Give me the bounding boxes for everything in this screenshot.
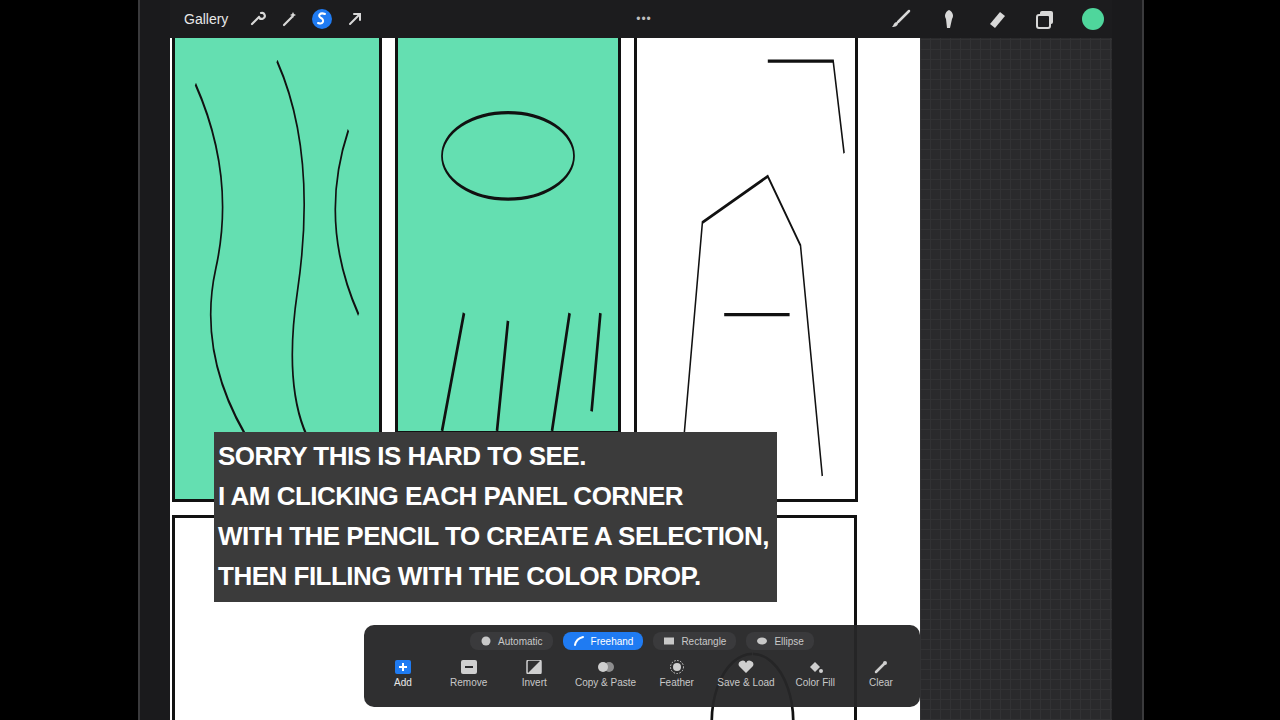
layers-icon bbox=[1034, 8, 1056, 30]
wrench-icon bbox=[248, 10, 266, 28]
add-icon bbox=[394, 660, 412, 674]
eraser-icon bbox=[986, 8, 1008, 30]
actions-tool[interactable] bbox=[248, 10, 266, 28]
save-icon bbox=[737, 660, 755, 674]
copy-button[interactable]: Copy & Paste bbox=[575, 660, 636, 688]
ellipse-mode-button[interactable]: Ellipse bbox=[746, 632, 813, 650]
ipad-frame: Gallery ••• SORRY THIS IS HARD TO SEE.I … bbox=[138, 0, 1144, 720]
remove-button[interactable]: Remove bbox=[444, 660, 494, 688]
remove-icon bbox=[460, 660, 478, 674]
comic-panel[interactable] bbox=[395, 38, 621, 434]
transform-tool[interactable] bbox=[346, 10, 364, 28]
workspace-background bbox=[920, 38, 1112, 720]
save-button[interactable]: Save & Load bbox=[717, 660, 774, 688]
artwork-icon bbox=[637, 38, 855, 499]
brush-icon bbox=[890, 8, 912, 30]
copy-icon bbox=[597, 660, 615, 674]
selection-tool[interactable] bbox=[312, 9, 332, 29]
feather-button[interactable]: Feather bbox=[652, 660, 702, 688]
feather-icon bbox=[668, 660, 686, 674]
fill-icon bbox=[806, 660, 824, 674]
clear-icon bbox=[872, 660, 890, 674]
caption-line: SORRY THIS IS HARD TO SEE. bbox=[218, 436, 769, 476]
fill-button[interactable]: Color Fill bbox=[790, 660, 840, 688]
screen: Gallery ••• SORRY THIS IS HARD TO SEE.I … bbox=[0, 0, 1280, 720]
color-swatch[interactable] bbox=[1082, 8, 1104, 30]
clear-button[interactable]: Clear bbox=[856, 660, 906, 688]
brush-tool[interactable] bbox=[890, 8, 912, 30]
canvas[interactable]: SORRY THIS IS HARD TO SEE.I AM CLICKING … bbox=[170, 38, 920, 720]
ellipse-icon bbox=[756, 635, 768, 647]
artwork-icon bbox=[398, 38, 618, 431]
video-caption: SORRY THIS IS HARD TO SEE.I AM CLICKING … bbox=[214, 432, 777, 602]
automatic-mode-button[interactable]: Automatic bbox=[470, 632, 552, 650]
artwork-icon bbox=[175, 38, 379, 499]
add-button[interactable]: Add bbox=[378, 660, 428, 688]
selection-icon bbox=[312, 9, 332, 29]
magic-wand-icon bbox=[280, 10, 298, 28]
caption-line: THEN FILLING WITH THE COLOR DROP. bbox=[218, 556, 769, 596]
caption-line: WITH THE PENCIL TO CREATE A SELECTION, bbox=[218, 516, 769, 556]
procreate-app: Gallery ••• SORRY THIS IS HARD TO SEE.I … bbox=[170, 0, 1112, 720]
invert-button[interactable]: Invert bbox=[509, 660, 559, 688]
eraser-tool[interactable] bbox=[986, 8, 1008, 30]
freehand-icon bbox=[573, 635, 585, 647]
adjustments-tool[interactable] bbox=[280, 10, 298, 28]
rectangle-mode-button[interactable]: Rectangle bbox=[653, 632, 736, 650]
invert-icon bbox=[525, 660, 543, 674]
smudge-icon bbox=[938, 8, 960, 30]
arrow-icon bbox=[346, 10, 364, 28]
gallery-button[interactable]: Gallery bbox=[184, 11, 228, 27]
comic-page bbox=[170, 38, 920, 720]
rectangle-icon bbox=[663, 635, 675, 647]
more-handle[interactable]: ••• bbox=[636, 12, 652, 26]
caption-line: I AM CLICKING EACH PANEL CORNER bbox=[218, 476, 769, 516]
automatic-icon bbox=[480, 635, 492, 647]
smudge-tool[interactable] bbox=[938, 8, 960, 30]
selection-toolbar: Automatic Freehand Rectangle Ellipse Add… bbox=[364, 625, 920, 707]
top-toolbar: Gallery ••• bbox=[170, 0, 1112, 38]
layers-tool[interactable] bbox=[1034, 8, 1056, 30]
freehand-mode-button[interactable]: Freehand bbox=[563, 632, 644, 650]
